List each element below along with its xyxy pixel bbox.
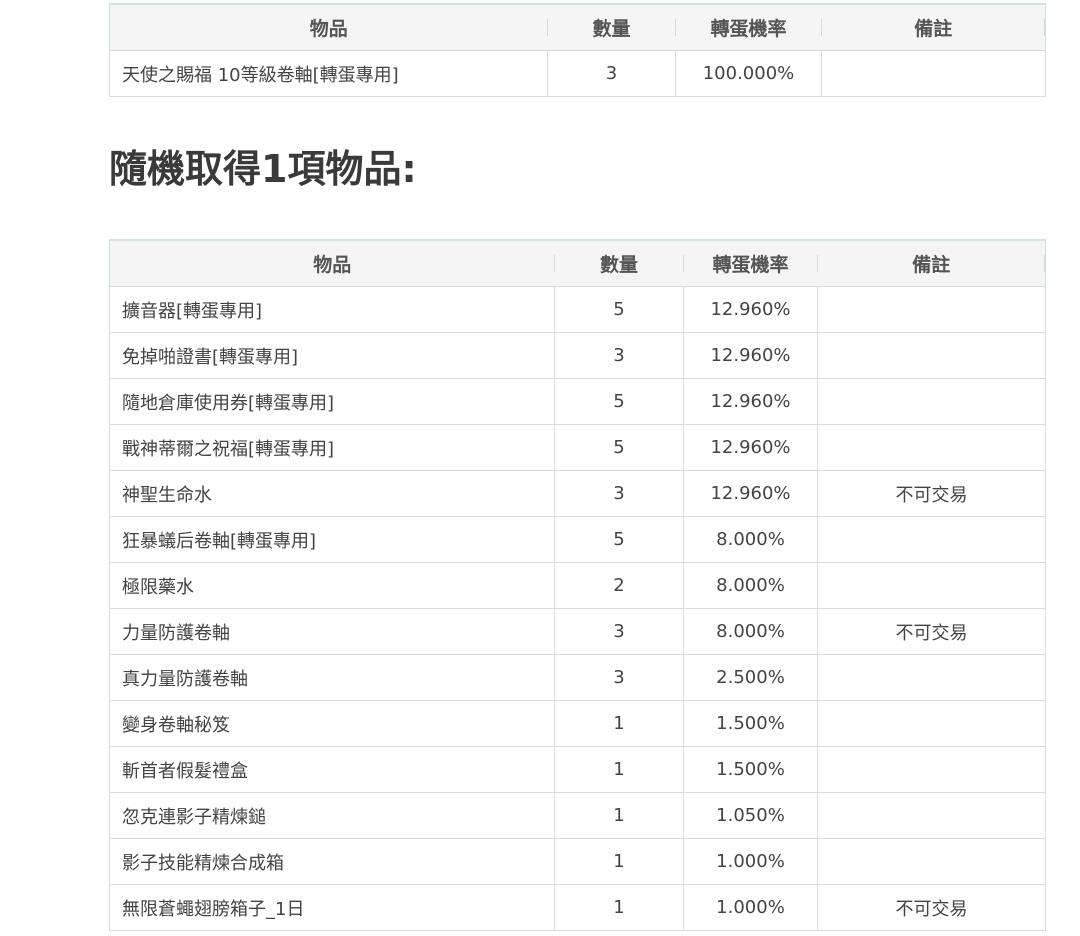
table-row: 力量防護卷軸 3 8.000% 不可交易 bbox=[109, 608, 1046, 655]
item-name-cell: 真力量防護卷軸 bbox=[109, 654, 555, 701]
quantity-cell: 5 bbox=[554, 286, 684, 333]
rate-cell: 1.000% bbox=[683, 838, 818, 885]
column-header-rate: 轉蛋機率 bbox=[683, 239, 818, 287]
item-name-cell: 極限藥水 bbox=[109, 562, 555, 609]
rate-cell: 12.960% bbox=[683, 470, 818, 517]
column-header-note: 備註 bbox=[821, 3, 1046, 51]
quantity-cell: 1 bbox=[554, 700, 684, 747]
column-header-quantity: 數量 bbox=[554, 239, 684, 287]
note-cell bbox=[817, 562, 1046, 609]
section-heading: 隨機取得1項物品: bbox=[109, 147, 417, 191]
note-cell bbox=[817, 286, 1046, 333]
item-name-cell: 戰神蒂爾之祝福[轉蛋專用] bbox=[109, 424, 555, 471]
item-name-cell: 變身卷軸秘笈 bbox=[109, 700, 555, 747]
note-cell bbox=[817, 838, 1046, 885]
table-header-row: 物品 數量 轉蛋機率 備註 bbox=[109, 239, 1046, 287]
table-row: 狂暴蟻后卷軸[轉蛋專用] 5 8.000% bbox=[109, 516, 1046, 563]
note-cell bbox=[817, 332, 1046, 379]
item-name-cell: 神聖生命水 bbox=[109, 470, 555, 517]
table-row: 極限藥水 2 8.000% bbox=[109, 562, 1046, 609]
quantity-cell: 1 bbox=[554, 838, 684, 885]
fixed-reward-table: 物品 數量 轉蛋機率 備註 天使之賜福 10等級卷軸[轉蛋專用] 3 100.000… bbox=[109, 3, 1046, 97]
rate-cell: 12.960% bbox=[683, 378, 818, 425]
item-name-cell: 無限蒼蠅翅膀箱子_1日 bbox=[109, 884, 555, 931]
quantity-cell: 1 bbox=[554, 792, 684, 839]
column-header-item: 物品 bbox=[109, 3, 548, 51]
table-row: 無限蒼蠅翅膀箱子_1日 1 1.000% 不可交易 bbox=[109, 884, 1046, 931]
quantity-cell: 2 bbox=[554, 562, 684, 609]
item-name-cell: 隨地倉庫使用券[轉蛋專用] bbox=[109, 378, 555, 425]
rate-cell: 12.960% bbox=[683, 286, 818, 333]
rate-cell: 1.000% bbox=[683, 884, 818, 931]
rate-cell: 8.000% bbox=[683, 608, 818, 655]
table-row: 變身卷軸秘笈 1 1.500% bbox=[109, 700, 1046, 747]
item-name-cell: 擴音器[轉蛋專用] bbox=[109, 286, 555, 333]
table-row: 擴音器[轉蛋專用] 5 12.960% bbox=[109, 286, 1046, 333]
rate-cell: 12.960% bbox=[683, 332, 818, 379]
quantity-cell: 5 bbox=[554, 424, 684, 471]
note-cell bbox=[817, 700, 1046, 747]
note-cell: 不可交易 bbox=[817, 470, 1046, 517]
item-name-cell: 忽克連影子精煉鎚 bbox=[109, 792, 555, 839]
column-header-note: 備註 bbox=[817, 239, 1046, 287]
table-row: 真力量防護卷軸 3 2.500% bbox=[109, 654, 1046, 701]
quantity-cell: 3 bbox=[554, 654, 684, 701]
note-cell bbox=[821, 50, 1046, 97]
column-header-rate: 轉蛋機率 bbox=[675, 3, 822, 51]
note-cell: 不可交易 bbox=[817, 884, 1046, 931]
quantity-cell: 3 bbox=[554, 332, 684, 379]
table-row: 斬首者假髮禮盒 1 1.500% bbox=[109, 746, 1046, 793]
table-header-row: 物品 數量 轉蛋機率 備註 bbox=[109, 3, 1046, 51]
column-header-item: 物品 bbox=[109, 239, 555, 287]
rate-cell: 100.000% bbox=[675, 50, 822, 97]
note-cell: 不可交易 bbox=[817, 608, 1046, 655]
table-row: 免掉啪證書[轉蛋專用] 3 12.960% bbox=[109, 332, 1046, 379]
note-cell bbox=[817, 654, 1046, 701]
item-name-cell: 免掉啪證書[轉蛋專用] bbox=[109, 332, 555, 379]
quantity-cell: 5 bbox=[554, 516, 684, 563]
table-row: 影子技能精煉合成箱 1 1.000% bbox=[109, 838, 1046, 885]
rate-cell: 12.960% bbox=[683, 424, 818, 471]
table-row: 忽克連影子精煉鎚 1 1.050% bbox=[109, 792, 1046, 839]
note-cell bbox=[817, 378, 1046, 425]
rate-cell: 1.500% bbox=[683, 700, 818, 747]
note-cell bbox=[817, 792, 1046, 839]
note-cell bbox=[817, 746, 1046, 793]
random-reward-table: 物品 數量 轉蛋機率 備註 擴音器[轉蛋專用] 5 12.960% 免掉啪證書[轉蛋專… bbox=[109, 239, 1046, 931]
item-name-cell: 影子技能精煉合成箱 bbox=[109, 838, 555, 885]
rate-cell: 2.500% bbox=[683, 654, 818, 701]
quantity-cell: 3 bbox=[547, 50, 676, 97]
rate-cell: 1.500% bbox=[683, 746, 818, 793]
table-row: 隨地倉庫使用券[轉蛋專用] 5 12.960% bbox=[109, 378, 1046, 425]
quantity-cell: 5 bbox=[554, 378, 684, 425]
column-header-quantity: 數量 bbox=[547, 3, 676, 51]
quantity-cell: 3 bbox=[554, 470, 684, 517]
quantity-cell: 3 bbox=[554, 608, 684, 655]
item-name-cell: 斬首者假髮禮盒 bbox=[109, 746, 555, 793]
rate-cell: 8.000% bbox=[683, 516, 818, 563]
note-cell bbox=[817, 516, 1046, 563]
quantity-cell: 1 bbox=[554, 884, 684, 931]
rate-cell: 1.050% bbox=[683, 792, 818, 839]
note-cell bbox=[817, 424, 1046, 471]
table-row: 戰神蒂爾之祝福[轉蛋專用] 5 12.960% bbox=[109, 424, 1046, 471]
rate-cell: 8.000% bbox=[683, 562, 818, 609]
item-name-cell: 力量防護卷軸 bbox=[109, 608, 555, 655]
table-row: 神聖生命水 3 12.960% 不可交易 bbox=[109, 470, 1046, 517]
item-name-cell: 狂暴蟻后卷軸[轉蛋專用] bbox=[109, 516, 555, 563]
table-row: 天使之賜福 10等級卷軸[轉蛋專用] 3 100.000% bbox=[109, 50, 1046, 97]
quantity-cell: 1 bbox=[554, 746, 684, 793]
item-name-cell: 天使之賜福 10等級卷軸[轉蛋專用] bbox=[109, 50, 548, 97]
